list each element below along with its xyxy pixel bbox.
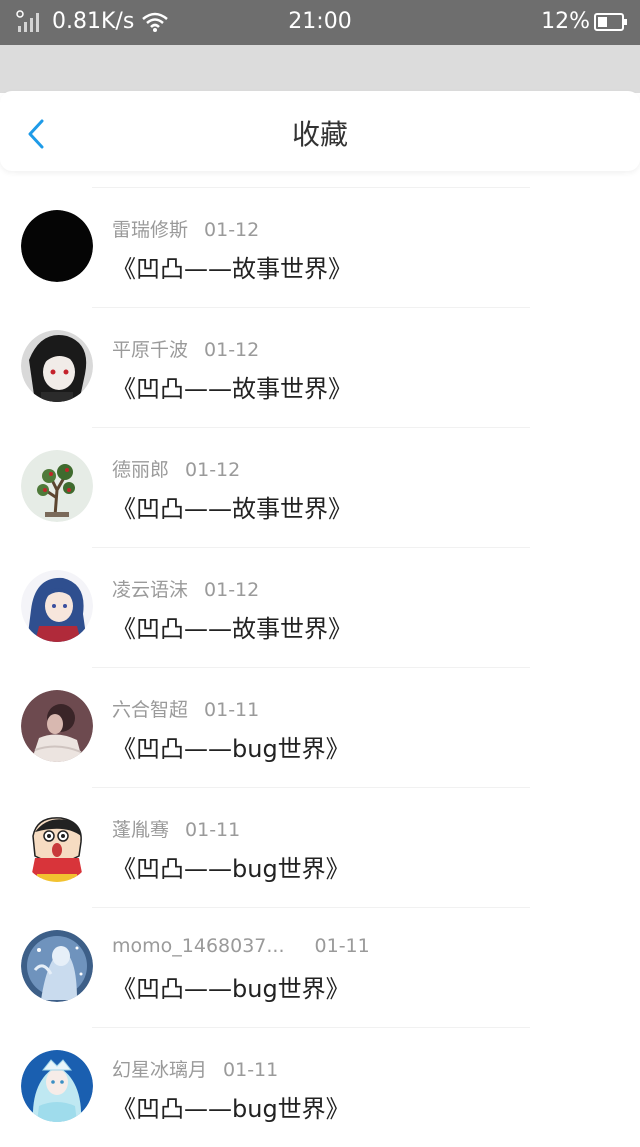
avatar[interactable] <box>21 810 93 882</box>
item-title: 《凹凸——故事世界》 <box>112 495 352 523</box>
avatar[interactable] <box>21 690 93 762</box>
divider <box>92 307 530 308</box>
nav-bar: 收藏 <box>0 91 640 171</box>
item-title: 《凹凸——故事世界》 <box>112 615 352 643</box>
user-name: 六合智超 <box>112 699 189 721</box>
user-name: 蓬胤骞 <box>112 819 170 841</box>
divider <box>92 787 530 788</box>
battery-percent: 12% <box>541 9 590 34</box>
item-date: 01-11 <box>314 935 370 957</box>
divider <box>92 1027 530 1028</box>
item-meta: 六合智超 01-11 <box>112 695 259 722</box>
favorites-list: 雷瑞修斯 01-12 《凹凸——故事世界》 平原千波 01-12 《凹凸——故事世界… <box>0 187 640 1147</box>
list-item[interactable]: momo_1468037... 01-11 《凹凸——bug世界》 <box>0 907 640 1027</box>
header-backdrop <box>0 45 640 93</box>
list-item[interactable]: 幻星冰璃月 01-11 《凹凸——bug世界》 <box>0 1027 640 1147</box>
item-meta: 德丽郎 01-12 <box>112 455 240 482</box>
user-name: 幻星冰璃月 <box>112 1059 208 1081</box>
item-title: 《凹凸——故事世界》 <box>112 375 352 403</box>
item-meta: 幻星冰璃月 01-11 <box>112 1055 278 1082</box>
item-meta: 雷瑞修斯 01-12 <box>112 215 259 242</box>
item-title: 《凹凸——bug世界》 <box>112 1095 350 1123</box>
list-item[interactable]: 凌云语沫 01-12 《凹凸——故事世界》 <box>0 547 640 667</box>
user-name: 平原千波 <box>112 339 189 361</box>
list-item[interactable]: 德丽郎 01-12 《凹凸——故事世界》 <box>0 427 640 547</box>
divider <box>92 907 530 908</box>
divider <box>92 427 530 428</box>
battery-icon <box>594 12 628 32</box>
divider <box>92 547 530 548</box>
divider <box>92 187 530 188</box>
status-bar: 0.81K/s 21:00 12% <box>0 0 640 45</box>
user-name: 德丽郎 <box>112 459 170 481</box>
user-name: 凌云语沫 <box>112 579 189 601</box>
item-date: 01-12 <box>204 219 260 241</box>
item-meta: 平原千波 01-12 <box>112 335 259 362</box>
item-date: 01-11 <box>185 819 241 841</box>
avatar[interactable] <box>21 570 93 642</box>
avatar[interactable] <box>21 930 93 1002</box>
status-right: 12% <box>541 9 628 34</box>
list-item[interactable]: 蓬胤骞 01-11 《凹凸——bug世界》 <box>0 787 640 907</box>
avatar[interactable] <box>21 210 93 282</box>
item-date: 01-11 <box>223 1059 279 1081</box>
item-meta: momo_1468037... 01-11 <box>112 935 370 957</box>
divider <box>92 667 530 668</box>
item-date: 01-11 <box>204 699 260 721</box>
item-date: 01-12 <box>185 459 241 481</box>
avatar[interactable] <box>21 450 93 522</box>
avatar[interactable] <box>21 330 93 402</box>
list-item[interactable]: 雷瑞修斯 01-12 《凹凸——故事世界》 <box>0 187 640 307</box>
item-date: 01-12 <box>204 339 260 361</box>
list-item[interactable]: 六合智超 01-11 《凹凸——bug世界》 <box>0 667 640 787</box>
avatar[interactable] <box>21 1050 93 1122</box>
item-meta: 凌云语沫 01-12 <box>112 575 259 602</box>
list-item[interactable]: 平原千波 01-12 《凹凸——故事世界》 <box>0 307 640 427</box>
page-title: 收藏 <box>291 118 348 151</box>
item-title: 《凹凸——bug世界》 <box>112 975 350 1003</box>
item-title: 《凹凸——故事世界》 <box>112 255 352 283</box>
item-date: 01-12 <box>204 579 260 601</box>
user-name: 雷瑞修斯 <box>112 219 189 241</box>
item-title: 《凹凸——bug世界》 <box>112 855 350 883</box>
item-meta: 蓬胤骞 01-11 <box>112 815 240 842</box>
item-title: 《凹凸——bug世界》 <box>112 735 350 763</box>
user-name: momo_1468037... <box>112 935 285 957</box>
